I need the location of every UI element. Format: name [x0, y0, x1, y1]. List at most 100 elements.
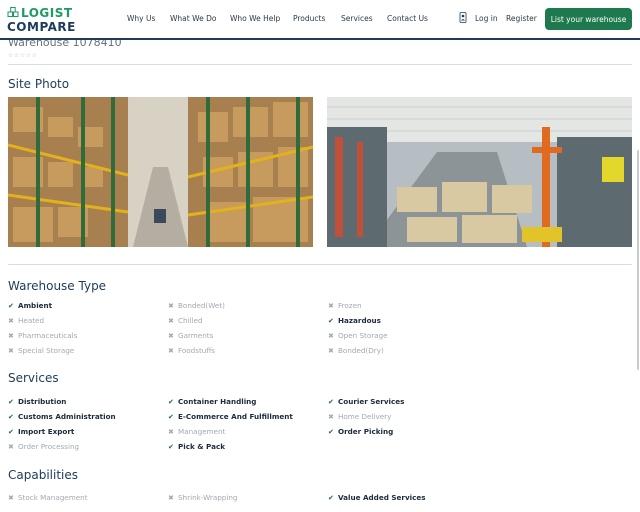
warehouse-type-item: ✖ Heated — [8, 316, 44, 325]
check-icon: ✔ — [168, 413, 174, 421]
capabilities-item: ✖ Stock Management — [8, 493, 88, 502]
services-item: ✔ Container Handling — [168, 397, 256, 406]
main-content: Warehouse 1078410 ☆☆☆☆☆ Site Photo Wareh… — [0, 40, 640, 512]
check-icon: ✔ — [168, 398, 174, 406]
warehouse-type-item: ✖ Special Storage — [8, 346, 74, 355]
warehouse-aisle-photo — [8, 97, 313, 247]
item-label: Pharmaceuticals — [18, 331, 78, 340]
nav-services[interactable]: Services — [341, 14, 373, 23]
item-label: Foodstuffs — [178, 346, 216, 355]
check-icon: ✔ — [328, 428, 334, 436]
check-icon: ✔ — [8, 398, 14, 406]
item-label: Container Handling — [178, 397, 257, 406]
nav-what-we-do[interactable]: What We Do — [170, 14, 216, 23]
site-photo-1[interactable] — [8, 97, 313, 247]
divider — [8, 64, 632, 65]
cross-icon: ✖ — [8, 347, 14, 355]
item-label: Customs Administration — [18, 412, 116, 421]
item-label: Value Added Services — [338, 493, 426, 502]
check-icon: ✔ — [8, 428, 14, 436]
services-item: ✔ Pick & Pack — [168, 442, 225, 451]
login-link[interactable]: Log in — [475, 14, 498, 23]
warehouse-hall-photo — [327, 97, 632, 247]
item-label: Order Processing — [18, 442, 80, 451]
item-label: Import Export — [18, 427, 75, 436]
nav-products[interactable]: Products — [293, 14, 325, 23]
cross-icon: ✖ — [328, 347, 334, 355]
services-item: ✔ Import Export — [8, 427, 74, 436]
warehouse-type-item: ✖ Bonded(Dry) — [328, 346, 384, 355]
services-item: ✔ E-Commerce And Fulfillment — [168, 412, 293, 421]
item-label: Courier Services — [338, 397, 405, 406]
cross-icon: ✖ — [8, 332, 14, 340]
capabilities-item: ✔ Value Added Services — [328, 493, 426, 502]
warehouse-type-item: ✖ Garments — [168, 331, 213, 340]
register-link[interactable]: Register — [506, 14, 537, 23]
services-item: ✔ Order Picking — [328, 427, 393, 436]
check-icon: ✔ — [8, 302, 14, 310]
capabilities-heading: Capabilities — [8, 468, 78, 482]
logo-text-top: LOGIST — [21, 6, 73, 20]
check-icon: ✔ — [328, 317, 334, 325]
cross-icon: ✖ — [168, 347, 174, 355]
cross-icon: ✖ — [328, 413, 334, 421]
nav-contact-us[interactable]: Contact Us — [387, 14, 428, 23]
cross-icon: ✖ — [328, 302, 334, 310]
site-header: LOGIST COMPARE Why Us What We Do Who We … — [0, 0, 640, 40]
cross-icon: ✖ — [168, 332, 174, 340]
services-item: ✖ Home Delivery — [328, 412, 391, 421]
list-warehouse-button[interactable]: List your warehouse — [545, 8, 632, 30]
services-item: ✔ Customs Administration — [8, 412, 116, 421]
services-item: ✔ Courier Services — [328, 397, 404, 406]
item-label: Chilled — [178, 316, 203, 325]
item-label: Shrink-Wrapping — [178, 493, 238, 502]
item-label: Hazardous — [338, 316, 381, 325]
scrollbar[interactable] — [637, 150, 639, 370]
item-label: E-Commerce And Fulfillment — [178, 412, 293, 421]
warehouse-type-item: ✖ Open Storage — [328, 331, 388, 340]
cross-icon: ✖ — [328, 332, 334, 340]
nav-why-us[interactable]: Why Us — [127, 14, 155, 23]
item-label: Management — [178, 427, 226, 436]
rating-stars: ☆☆☆☆☆ — [8, 52, 38, 59]
warehouse-type-item: ✖ Pharmaceuticals — [8, 331, 77, 340]
item-label: Open Storage — [338, 331, 388, 340]
warehouse-type-heading: Warehouse Type — [8, 279, 107, 293]
cross-icon: ✖ — [8, 317, 14, 325]
logo[interactable]: LOGIST COMPARE — [7, 6, 77, 34]
check-icon: ✔ — [168, 443, 174, 451]
warehouse-title: Warehouse 1078410 — [8, 40, 122, 49]
check-icon: ✔ — [328, 494, 334, 502]
warehouse-type-item: ✖ Foodstuffs — [168, 346, 215, 355]
item-label: Heated — [18, 316, 45, 325]
warehouse-type-item: ✔ Ambient — [8, 301, 52, 310]
item-label: Special Storage — [18, 346, 75, 355]
site-photo-2[interactable] — [327, 97, 632, 247]
capabilities-item: ✖ Shrink-Wrapping — [168, 493, 237, 502]
warehouse-type-item: ✔ Hazardous — [328, 316, 381, 325]
check-icon: ✔ — [328, 398, 334, 406]
user-icon[interactable] — [459, 12, 467, 23]
cross-icon: ✖ — [168, 428, 174, 436]
item-label: Frozen — [338, 301, 362, 310]
logo-text-bottom: COMPARE — [7, 20, 76, 34]
item-label: Distribution — [18, 397, 67, 406]
services-heading: Services — [8, 371, 59, 385]
cross-icon: ✖ — [8, 494, 14, 502]
cross-icon: ✖ — [168, 302, 174, 310]
item-label: Pick & Pack — [178, 442, 226, 451]
warehouse-type-item: ✖ Frozen — [328, 301, 362, 310]
item-label: Bonded(Wet) — [178, 301, 225, 310]
item-label: Home Delivery — [338, 412, 392, 421]
cross-icon: ✖ — [8, 443, 14, 451]
warehouse-type-item: ✖ Bonded(Wet) — [168, 301, 225, 310]
check-icon: ✔ — [8, 413, 14, 421]
item-label: Garments — [178, 331, 214, 340]
warehouse-type-item: ✖ Chilled — [168, 316, 203, 325]
cross-icon: ✖ — [168, 317, 174, 325]
site-photo-heading: Site Photo — [8, 77, 70, 91]
logo-boxes-icon — [7, 7, 19, 17]
nav-who-we-help[interactable]: Who We Help — [230, 14, 280, 23]
services-item: ✖ Management — [168, 427, 225, 436]
divider — [8, 264, 632, 265]
